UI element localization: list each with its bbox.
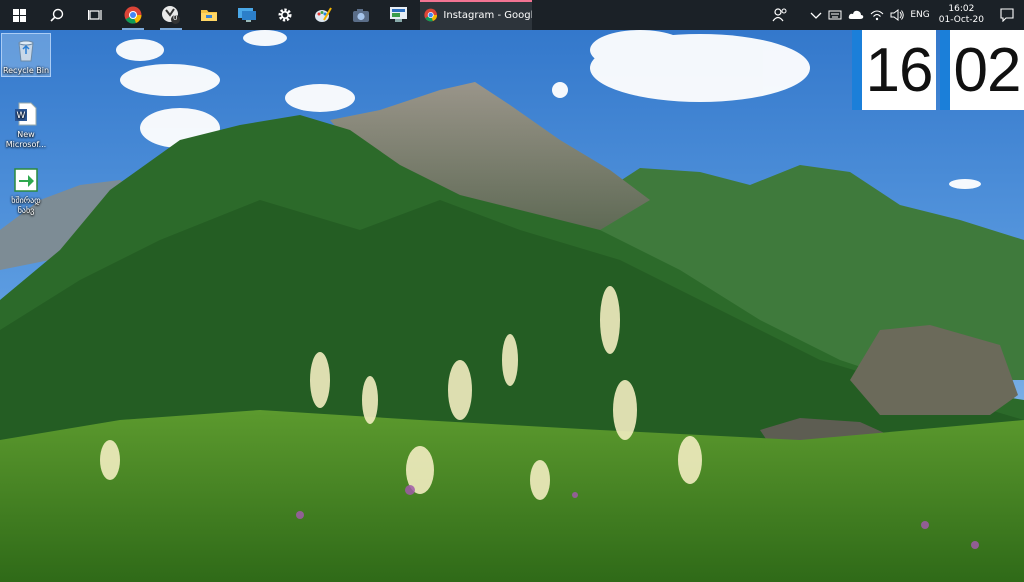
paint-icon (315, 7, 332, 22)
search-button[interactable] (38, 0, 76, 30)
desktop-icon-label: ხშირად ნახვ (11, 196, 41, 215)
settings-button[interactable] (266, 0, 304, 30)
remote-desktop-button[interactable] (228, 0, 266, 30)
people-button[interactable] (769, 0, 791, 30)
cloud-icon (849, 10, 864, 19)
file-explorer-button[interactable] (190, 0, 228, 30)
folder-icon (201, 10, 217, 21)
speaker-icon (890, 9, 905, 21)
keyboard-icon (828, 10, 842, 20)
viber-button[interactable]: 0 (152, 0, 190, 30)
desktop-icon-label: New Microsof... (5, 130, 47, 149)
shortcut-icon (14, 168, 38, 192)
start-button[interactable] (0, 0, 38, 30)
keyboard-layout-button[interactable] (825, 0, 845, 30)
camera-icon (353, 8, 369, 22)
control-panel-button[interactable] (380, 0, 418, 30)
system-tray: ENG 16:02 01-Oct-20 (769, 0, 1024, 30)
language-indicator[interactable]: ENG (907, 0, 932, 30)
volume-button[interactable] (887, 0, 907, 30)
chevron-up-icon (810, 12, 822, 19)
chrome-icon (424, 8, 438, 22)
wifi-icon (870, 10, 884, 21)
task-view-button[interactable] (76, 0, 114, 30)
recycle-bin-icon (18, 40, 34, 62)
clock-minutes: 02 (940, 30, 1024, 110)
onedrive-button[interactable] (845, 0, 867, 30)
show-hidden-icons-button[interactable] (807, 0, 825, 30)
taskbar-window-instagram[interactable]: Instagram - Google... (420, 0, 532, 30)
search-icon (50, 8, 64, 22)
action-center-button[interactable] (990, 0, 1024, 30)
notification-icon (1000, 8, 1014, 22)
control-panel-icon (390, 7, 407, 22)
paint-button[interactable] (304, 0, 342, 30)
gear-icon (278, 8, 292, 22)
taskbar-window-title: Instagram - Google... (443, 9, 532, 21)
viber-badge: 0 (173, 14, 178, 22)
taskbar-time: 16:02 (948, 4, 975, 14)
clock-hours: 16 (852, 30, 936, 110)
word-document-icon: W (15, 102, 37, 126)
desktop-icon-recycle-bin[interactable]: Recycle Bin (1, 33, 51, 77)
monitor-icon (238, 8, 256, 22)
windows-logo-icon (12, 8, 26, 22)
camera-button[interactable] (342, 0, 380, 30)
taskbar: 0 Instagram - Goog ENG 16:02 01-Oct-20 (0, 0, 1024, 30)
desktop-icon-word-document[interactable]: W New Microsof... (2, 98, 50, 150)
task-view-icon (88, 10, 102, 20)
desktop-icon-label: Recycle Bin (2, 66, 50, 75)
desktop-icon-shortcut[interactable]: ხშირად ნახვ (2, 164, 50, 216)
clock-widget: 16 02 (852, 30, 1024, 110)
taskbar-date: 01-Oct-20 (938, 15, 984, 25)
people-icon (772, 8, 787, 22)
viber-icon (162, 6, 180, 24)
network-button[interactable] (867, 0, 887, 30)
taskbar-clock[interactable]: 16:02 01-Oct-20 (933, 4, 990, 26)
chrome-icon (124, 6, 142, 24)
svg-text:W: W (17, 111, 26, 121)
chrome-button[interactable] (114, 0, 152, 30)
